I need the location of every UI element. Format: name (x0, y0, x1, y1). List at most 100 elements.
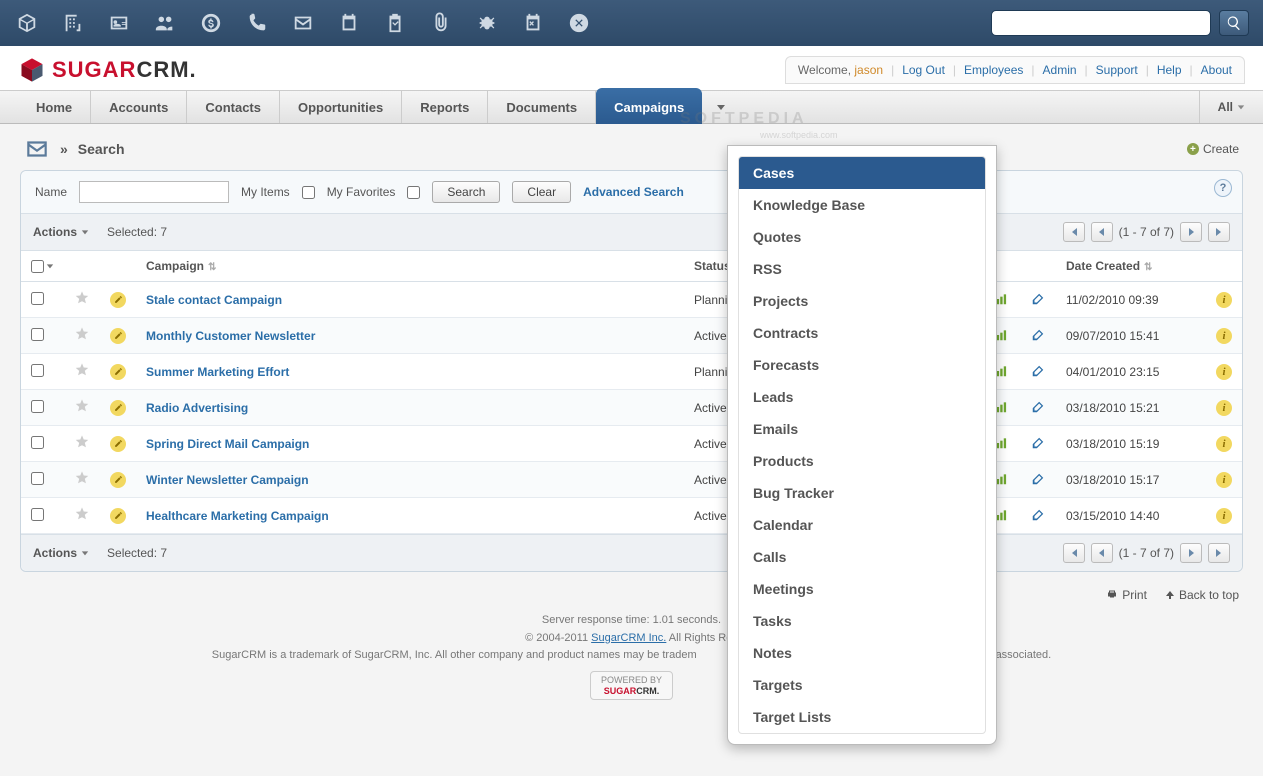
tab-all[interactable]: All (1199, 91, 1263, 123)
campaign-name-link[interactable]: Healthcare Marketing Campaign (146, 509, 329, 523)
info-icon[interactable]: i (1216, 400, 1232, 416)
dropdown-item-calls[interactable]: Calls (739, 541, 985, 573)
tab-opportunities[interactable]: Opportunities (280, 91, 402, 123)
tab-campaigns[interactable]: Campaigns (596, 88, 702, 124)
logout-link[interactable]: Log Out (902, 63, 945, 77)
favorite-star-icon[interactable] (74, 511, 90, 525)
wizard-icon[interactable] (1030, 471, 1046, 487)
select-all[interactable] (31, 260, 54, 273)
campaign-name-link[interactable]: Monthly Customer Newsletter (146, 329, 315, 343)
clipboard-check-icon[interactable] (382, 10, 408, 36)
people-icon[interactable] (152, 10, 178, 36)
name-input[interactable] (79, 181, 229, 203)
dropdown-item-emails[interactable]: Emails (739, 413, 985, 445)
global-search-input[interactable] (991, 10, 1211, 36)
col-campaign[interactable]: Campaign⇅ (136, 251, 684, 282)
tab-more-caret[interactable] (702, 91, 740, 123)
attachment-icon[interactable] (428, 10, 454, 36)
dropdown-item-quotes[interactable]: Quotes (739, 221, 985, 253)
about-link[interactable]: About (1201, 63, 1232, 77)
calendar-x-icon[interactable] (520, 10, 546, 36)
dropdown-item-targets[interactable]: Targets (739, 669, 985, 701)
dropdown-item-cases[interactable]: Cases (739, 157, 985, 189)
dropdown-item-rss[interactable]: RSS (739, 253, 985, 285)
cube-icon[interactable] (14, 10, 40, 36)
tab-accounts[interactable]: Accounts (91, 91, 187, 123)
favorite-star-icon[interactable] (74, 367, 90, 381)
favorite-star-icon[interactable] (74, 295, 90, 309)
bug-icon[interactable] (474, 10, 500, 36)
dropdown-item-notes[interactable]: Notes (739, 637, 985, 669)
help-icon[interactable]: ? (1214, 179, 1232, 197)
info-icon[interactable]: i (1216, 472, 1232, 488)
id-card-icon[interactable] (106, 10, 132, 36)
edit-icon[interactable] (110, 508, 126, 524)
campaign-name-link[interactable]: Spring Direct Mail Campaign (146, 437, 309, 451)
clear-button[interactable]: Clear (512, 181, 571, 203)
globe-x-icon[interactable] (566, 10, 592, 36)
tab-documents[interactable]: Documents (488, 91, 596, 123)
row-checkbox[interactable] (31, 436, 44, 449)
pager-next[interactable] (1180, 222, 1202, 242)
pager-prev[interactable] (1091, 222, 1113, 242)
pager-last-bottom[interactable] (1208, 543, 1230, 563)
edit-icon[interactable] (110, 364, 126, 380)
favorite-star-icon[interactable] (74, 439, 90, 453)
pager-prev-bottom[interactable] (1091, 543, 1113, 563)
wizard-icon[interactable] (1030, 327, 1046, 343)
employees-link[interactable]: Employees (964, 63, 1023, 77)
dropdown-item-target-lists[interactable]: Target Lists (739, 701, 985, 733)
target-dollar-icon[interactable] (198, 10, 224, 36)
wizard-icon[interactable] (1030, 435, 1046, 451)
dropdown-item-meetings[interactable]: Meetings (739, 573, 985, 605)
tab-reports[interactable]: Reports (402, 91, 488, 123)
dropdown-item-products[interactable]: Products (739, 445, 985, 477)
info-icon[interactable]: i (1216, 436, 1232, 452)
tab-contacts[interactable]: Contacts (187, 91, 280, 123)
campaign-name-link[interactable]: Summer Marketing Effort (146, 365, 289, 379)
pager-first[interactable] (1063, 222, 1085, 242)
wizard-icon[interactable] (1030, 507, 1046, 523)
campaign-name-link[interactable]: Stale contact Campaign (146, 293, 282, 307)
support-link[interactable]: Support (1096, 63, 1138, 77)
edit-icon[interactable] (110, 436, 126, 452)
actions-dropdown[interactable]: Actions (33, 225, 89, 239)
campaign-name-link[interactable]: Winter Newsletter Campaign (146, 473, 309, 487)
myitems-checkbox[interactable] (302, 186, 315, 199)
calendar-icon[interactable] (336, 10, 362, 36)
advanced-search-link[interactable]: Advanced Search (583, 185, 684, 199)
edit-icon[interactable] (110, 400, 126, 416)
edit-icon[interactable] (110, 292, 126, 308)
dropdown-item-knowledge-base[interactable]: Knowledge Base (739, 189, 985, 221)
pager-first-bottom[interactable] (1063, 543, 1085, 563)
dropdown-item-calendar[interactable]: Calendar (739, 509, 985, 541)
row-checkbox[interactable] (31, 292, 44, 305)
create-link[interactable]: +Create (1187, 142, 1239, 156)
favorite-star-icon[interactable] (74, 403, 90, 417)
admin-link[interactable]: Admin (1043, 63, 1077, 77)
print-link[interactable]: Print (1106, 588, 1147, 602)
actions-dropdown-bottom[interactable]: Actions (33, 546, 89, 560)
row-checkbox[interactable] (31, 472, 44, 485)
favorite-star-icon[interactable] (74, 331, 90, 345)
search-button[interactable]: Search (432, 181, 500, 203)
envelope-icon[interactable] (290, 10, 316, 36)
info-icon[interactable]: i (1216, 292, 1232, 308)
dropdown-item-projects[interactable]: Projects (739, 285, 985, 317)
dropdown-item-contracts[interactable]: Contracts (739, 317, 985, 349)
col-created[interactable]: Date Created⇅ (1056, 251, 1206, 282)
info-icon[interactable]: i (1216, 328, 1232, 344)
wizard-icon[interactable] (1030, 363, 1046, 379)
myfavorites-checkbox[interactable] (407, 186, 420, 199)
campaign-name-link[interactable]: Radio Advertising (146, 401, 248, 415)
help-link[interactable]: Help (1157, 63, 1182, 77)
phone-icon[interactable] (244, 10, 270, 36)
info-icon[interactable]: i (1216, 364, 1232, 380)
row-checkbox[interactable] (31, 328, 44, 341)
backtotop-link[interactable]: Back to top (1165, 588, 1239, 602)
dropdown-item-tasks[interactable]: Tasks (739, 605, 985, 637)
row-checkbox[interactable] (31, 364, 44, 377)
wizard-icon[interactable] (1030, 399, 1046, 415)
building-icon[interactable] (60, 10, 86, 36)
dropdown-item-forecasts[interactable]: Forecasts (739, 349, 985, 381)
